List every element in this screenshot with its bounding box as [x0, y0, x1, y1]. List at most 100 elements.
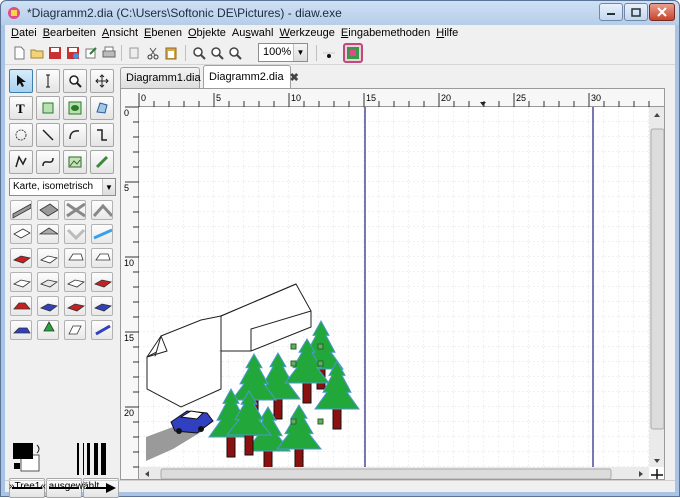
zoom-fit-button[interactable] — [209, 45, 225, 61]
menu-item-label-part: bjekte — [196, 27, 226, 39]
menu-item-label-part: atei — [18, 27, 37, 39]
tool-image[interactable] — [63, 150, 87, 174]
vertical-scroll-thumb[interactable] — [650, 128, 664, 430]
shape-palette-item[interactable] — [64, 272, 86, 292]
zoom-select[interactable]: 100% ▼ — [258, 43, 308, 62]
tool-polyline[interactable] — [9, 150, 33, 174]
save-as-button[interactable] — [65, 45, 81, 61]
snap-button[interactable] — [321, 45, 337, 61]
menu-item[interactable]: Eingabemethoden — [341, 27, 430, 39]
tool-line[interactable] — [36, 123, 60, 147]
ruler-label: 15 — [124, 333, 134, 343]
shape-palette-item[interactable] — [91, 200, 113, 220]
cut-button[interactable] — [145, 45, 161, 61]
undo-button[interactable] — [127, 45, 143, 61]
open-button[interactable] — [29, 45, 45, 61]
menu-accelerator-key: O — [187, 27, 197, 39]
menu-item[interactable]: Werkzeuge — [279, 27, 334, 39]
shape-palette-item[interactable] — [91, 224, 113, 244]
tool-arc[interactable] — [63, 123, 87, 147]
shape-palette-item[interactable] — [37, 248, 59, 268]
paste-button[interactable] — [163, 45, 179, 61]
menu-item[interactable]: Bearbeiten — [43, 27, 96, 39]
tab-diagramm1[interactable]: Diagramm1.dia ✖ — [120, 67, 216, 88]
shape-palette-item[interactable] — [10, 224, 32, 244]
menu-item[interactable]: Auswahl — [232, 27, 274, 39]
save-button[interactable] — [47, 45, 63, 61]
close-icon — [657, 7, 667, 17]
color-button[interactable] — [343, 43, 363, 63]
shape-palette-item[interactable] — [10, 272, 32, 292]
chevron-down-icon[interactable]: ▼ — [293, 44, 307, 61]
chevron-down-icon[interactable]: ▼ — [102, 179, 115, 195]
tool-polygon[interactable] — [90, 96, 114, 120]
shape-palette-item[interactable] — [64, 200, 86, 220]
tool-text-cursor[interactable] — [36, 69, 60, 93]
copy-page-icon — [129, 47, 139, 59]
shape-palette-item[interactable] — [64, 296, 86, 316]
shape-palette-item[interactable] — [91, 320, 113, 340]
menu-accelerator-key: D — [11, 27, 19, 39]
tool-text[interactable]: T — [9, 96, 33, 120]
tool-outline[interactable] — [90, 150, 114, 174]
line-width-selector[interactable] — [75, 443, 111, 475]
shape-palette-item[interactable] — [91, 272, 113, 292]
menu-item[interactable]: Datei — [11, 27, 37, 39]
tool-beziergon[interactable] — [9, 123, 33, 147]
tool-zigzag[interactable] — [90, 123, 114, 147]
tool-bezierline[interactable] — [36, 150, 60, 174]
isometric-shape-icon — [67, 279, 85, 288]
sheet-select[interactable]: Karte, isometrisch ▼ — [9, 178, 116, 196]
tool-ellipse[interactable] — [63, 96, 87, 120]
isometric-shape-icon — [93, 228, 112, 240]
tool-scroll[interactable] — [90, 69, 114, 93]
maximize-button[interactable] — [624, 3, 648, 21]
toolbox-panel: T Karte, isometrisch ▼ — [5, 65, 119, 498]
menu-item[interactable]: Ebenen — [144, 27, 182, 39]
zoom-out-button[interactable] — [227, 45, 243, 61]
zoom-in-button[interactable] — [191, 45, 207, 61]
shape-palette-item[interactable] — [37, 296, 59, 316]
isometric-shape-icon — [66, 228, 85, 241]
shape-palette-item[interactable] — [10, 248, 32, 268]
diagram-canvas[interactable]: 0 5 10 15 20 25 30 0 5 10 15 20 — [120, 88, 665, 480]
isometric-shape-icon — [39, 203, 58, 217]
tab-label: Diagramm2.dia — [209, 71, 284, 83]
close-window-button[interactable] — [649, 3, 675, 21]
new-file-icon — [14, 46, 25, 60]
shape-palette-item[interactable] — [91, 296, 113, 316]
menu-item[interactable]: Hilfe — [436, 27, 458, 39]
horizontal-scroll-thumb[interactable] — [160, 468, 612, 479]
canvas-svg[interactable]: 0 5 10 15 20 25 30 0 5 10 15 20 — [121, 89, 665, 480]
tool-magnify[interactable] — [63, 69, 87, 93]
zoom-value: 100% — [263, 46, 292, 58]
tool-select[interactable] — [9, 69, 33, 93]
menu-item[interactable]: Ansicht — [102, 27, 138, 39]
print-button[interactable] — [101, 45, 117, 61]
shape-palette-item[interactable] — [64, 320, 86, 340]
shape-palette-item[interactable] — [10, 200, 32, 220]
shape-palette-item[interactable] — [37, 320, 59, 340]
foreground-background-color[interactable] — [13, 441, 43, 475]
menu-item[interactable]: Objekte — [188, 27, 226, 39]
shape-palette-item[interactable] — [64, 224, 86, 244]
tab-label: Diagramm1.dia — [126, 72, 201, 84]
tab-diagramm2[interactable]: Diagramm2.dia ✖ — [203, 65, 299, 88]
shape-palette-item[interactable] — [10, 296, 32, 316]
pointer-icon — [17, 75, 26, 87]
arc-icon — [69, 130, 80, 140]
shape-palette-item[interactable] — [10, 320, 32, 340]
shape-palette-item[interactable] — [64, 248, 86, 268]
shape-palette-item[interactable] — [37, 272, 59, 292]
main-toolbar: 100% ▼ — [5, 41, 675, 65]
shape-palette-item[interactable] — [91, 248, 113, 268]
shape-palette-item[interactable] — [37, 224, 59, 244]
navigation-crosshair-icon[interactable] — [651, 469, 663, 480]
minimize-button[interactable] — [599, 3, 623, 21]
new-button[interactable] — [11, 45, 27, 61]
text-cursor-icon — [46, 74, 50, 88]
shape-palette-item[interactable] — [37, 200, 59, 220]
tool-box[interactable] — [36, 96, 60, 120]
export-button[interactable] — [83, 45, 99, 61]
tab-close-icon[interactable]: ✖ — [290, 71, 299, 84]
